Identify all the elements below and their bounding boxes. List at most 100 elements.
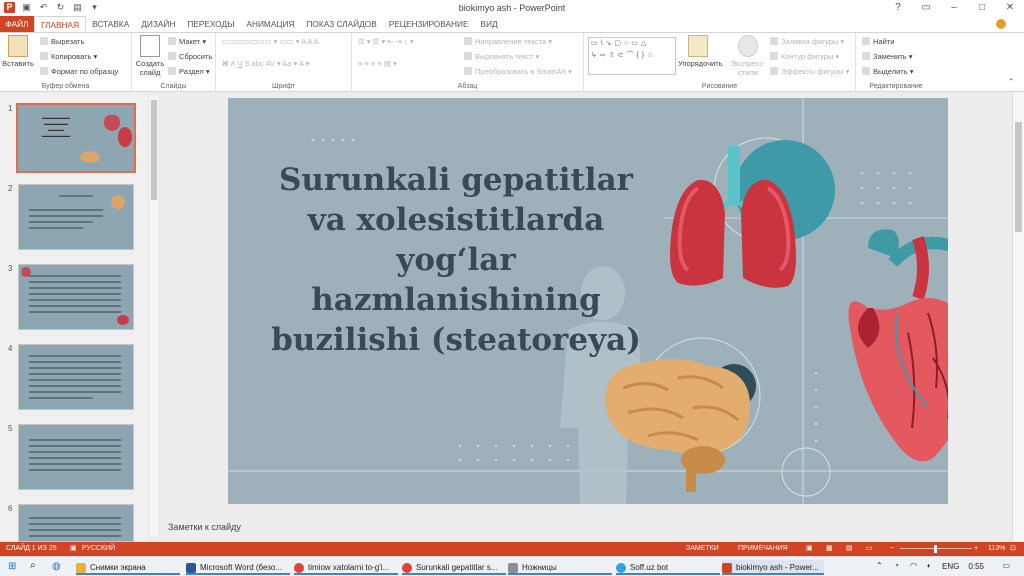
slide-title[interactable]: Surunkali gepatitlar va xolesistitlarda … [256,160,656,360]
taskbar: ⊞ ⌕ ◍ Снимки экрана Microsoft Word (безо… [0,556,1024,576]
binoculars-icon [862,37,870,45]
cut-button[interactable]: Вырезать [40,37,84,46]
taskbar-item[interactable]: Снимки экрана [76,560,180,575]
section-button[interactable]: Раздел ▾ [168,67,210,76]
shape-fill-button[interactable]: Заливка фигуры ▾ [770,37,844,46]
taskbar-item-active[interactable]: biokimyo ash - Power... [722,560,824,575]
slide-thumbnail[interactable] [18,504,134,542]
slide-thumbnail[interactable] [18,264,134,330]
shape-outline-button[interactable]: Контур фигуры ▾ [770,52,839,61]
tab-review[interactable]: РЕЦЕНЗИРОВАНИЕ [383,16,475,32]
search-icon[interactable]: ⌕ [30,560,36,571]
pen-icon [770,52,778,60]
thumbnail-brain-image [80,151,100,163]
slideshow-view-icon[interactable]: ▭ [866,542,873,556]
copy-button[interactable]: Копировать ▾ [40,52,97,61]
notes-placeholder[interactable]: Заметки к слайду [168,522,241,532]
zoom-out-icon[interactable]: − [890,542,894,556]
taskbar-item[interactable]: timiow xatolarni to-g'i... [294,560,398,575]
clock[interactable]: 0:55 [968,562,984,571]
smartart-button[interactable]: Преобразовать в SmartArt ▾ [464,67,572,76]
find-button[interactable]: Найти [862,37,894,46]
language-indicator-icon[interactable]: ▣ [70,542,77,556]
slide-scrollbar[interactable] [1012,92,1024,542]
layout-button[interactable]: Макет ▾ [168,37,206,46]
edge-icon[interactable]: ◍ [52,561,61,572]
taskbar-item[interactable]: Soff.uz bot [616,560,720,575]
shapes-gallery[interactable]: ▭\↘▢○▭△ ↳⇨⇧⊂⌒{}☆ [588,37,676,75]
status-bar: СЛАЙД 1 ИЗ 25 ▣ РУССКИЙ ЗАМЕТКИ ПРИМЕЧАН… [0,542,1024,556]
comments-toggle[interactable]: ПРИМЕЧАНИЯ [738,542,788,556]
paste-icon [8,35,28,57]
align-text-button[interactable]: Выровнять текст ▾ [464,52,539,61]
taskbar-item[interactable]: Microsoft Word (безо... [186,560,290,575]
arrange-button[interactable]: Упорядочить [678,35,723,68]
reading-view-icon[interactable]: ▤ [846,542,853,556]
align-buttons[interactable]: ≡ ≡ ≡ ≡ ▤ ▾ [358,59,397,68]
normal-view-icon[interactable]: ▣ [806,542,813,556]
powerpoint-icon [722,563,732,573]
list-buttons[interactable]: ☰ ▾ ☰ ▾ ⇤ ⇥ ↕ ▾ [358,37,414,46]
notifications-icon[interactable]: ▭ [1002,561,1010,570]
new-slide-button[interactable]: Создать слайд [134,35,166,77]
network-icon[interactable]: ◔ [894,561,899,570]
thumbnail-scrollbar[interactable] [150,96,158,536]
title-bar: P ▣ ↶ ↻ ▤ ▾ biokimyo ash - PowerPoint ? … [0,0,1024,16]
close-button[interactable]: ✕ [996,0,1024,16]
folder-icon [76,563,86,573]
font-format-buttons[interactable]: Ж К Ч S abc AV ▾ Aa ▾ A ▾ [222,59,309,68]
notes-toggle[interactable]: ЗАМЕТКИ [686,542,719,556]
select-button[interactable]: Выделить ▾ [862,67,913,76]
text-direction-button[interactable]: Направление текста ▾ [464,37,552,46]
paste-button[interactable]: Вставить [2,35,34,68]
tab-animations[interactable]: АНИМАЦИЯ [240,16,300,32]
taskbar-item[interactable]: Ножницы [508,560,612,575]
tab-design[interactable]: ДИЗАЙН [135,16,181,32]
minimize-button[interactable]: – [940,0,968,16]
word-icon [186,563,196,573]
format-painter-button[interactable]: Формат по образцу [40,67,118,76]
tab-transitions[interactable]: ПЕРЕХОДЫ [181,16,240,32]
tab-home[interactable]: ГЛАВНАЯ [34,15,87,33]
user-avatar[interactable] [996,19,1006,29]
zoom-slider-thumb[interactable] [934,545,937,553]
shape-effects-button[interactable]: Эффекты фигуры ▾ [770,67,849,76]
zoom-level[interactable]: 113% [988,542,1005,556]
taskbar-item[interactable]: Surunkali gepatitlar s... [402,560,506,575]
slide-canvas[interactable]: Surunkali gepatitlar va xolesistitlarda … [228,98,948,504]
chrome-icon [294,563,304,573]
scissors-icon [40,37,48,45]
volume-icon[interactable]: ◖ [926,561,931,570]
editing-group: Найти Заменить ▾ Выделить ▾ Редактирован… [856,33,936,91]
tab-view[interactable]: ВИД [475,16,504,32]
collapse-ribbon-icon[interactable]: ⌃ [1008,77,1014,86]
tab-slideshow[interactable]: ПОКАЗ СЛАЙДОВ [300,16,382,32]
tab-file[interactable]: ФАЙЛ [0,16,34,32]
slide-thumbnail[interactable] [18,184,134,250]
input-language[interactable]: ENG [942,562,959,571]
smartart-icon [464,67,472,75]
tab-insert[interactable]: ВСТАВКА [86,16,135,32]
slide-thumbnail[interactable]: ▬▬▬▬▬▬▬ ▬▬▬▬▬▬ ▬▬▬▬ ▬▬▬▬▬▬▬ [16,103,136,173]
slide-thumbnail[interactable] [18,344,134,410]
font-name-box[interactable]: ▭▭▭▭▭▭▭ ▾ ▭▭ ▾ A A A [222,37,319,46]
slide-thumbnail[interactable] [18,424,134,490]
ribbon-tabs: ФАЙЛ ГЛАВНАЯ ВСТАВКА ДИЗАЙН ПЕРЕХОДЫ АНИ… [0,15,1024,33]
slide-sorter-icon[interactable]: ▦ [826,542,833,556]
help-icon[interactable]: ? [884,0,912,16]
quick-styles-icon [738,35,758,57]
text-direction-icon [464,37,472,45]
zoom-in-icon[interactable]: + [974,542,978,556]
fit-slide-icon[interactable]: ⊡ [1010,542,1016,556]
wifi-icon[interactable]: ◠ [910,561,917,570]
reset-button[interactable]: Сбросить [168,52,212,61]
ribbon-options-icon[interactable]: ▭ [912,0,940,16]
quick-styles-button[interactable]: Экспресс-стили [728,35,768,77]
brush-icon [40,67,48,75]
tray-chevron-icon[interactable]: ⌃ [876,561,883,570]
maximize-button[interactable]: □ [968,0,996,16]
heart-illustration [848,229,948,462]
start-icon[interactable]: ⊞ [8,561,16,572]
replace-button[interactable]: Заменить ▾ [862,52,913,61]
layout-icon [168,37,176,45]
